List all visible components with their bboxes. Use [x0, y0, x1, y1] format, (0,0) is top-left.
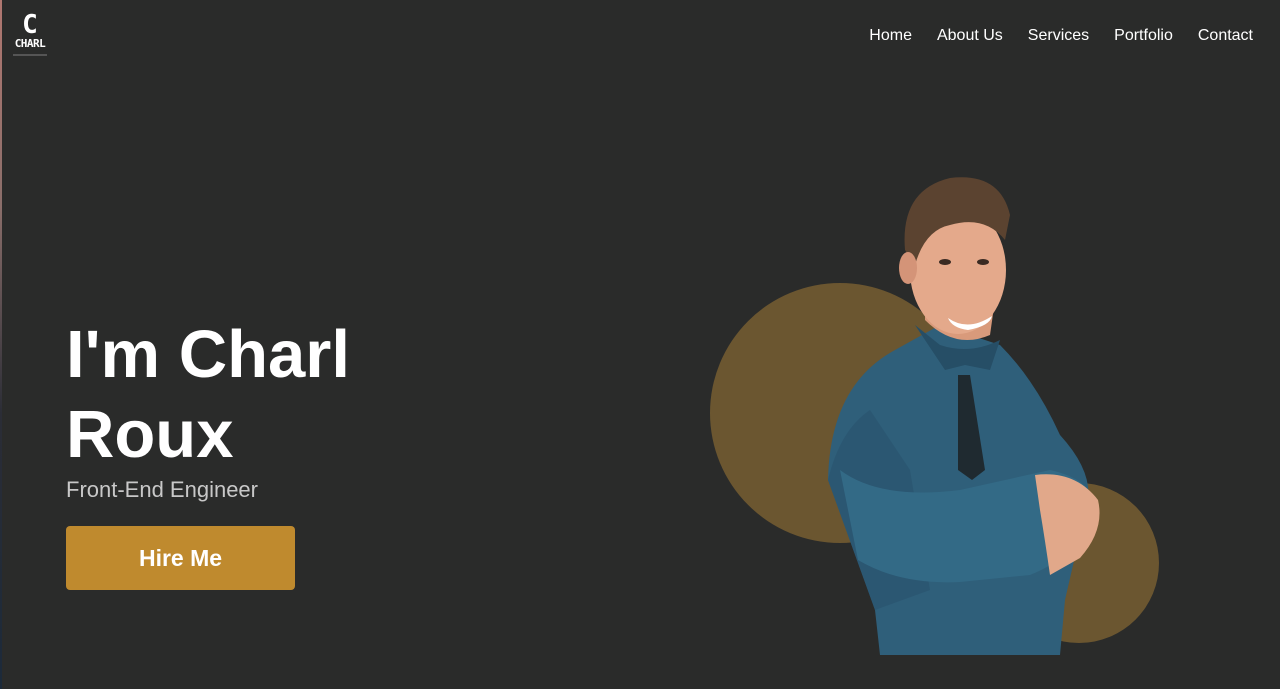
site-logo[interactable]: C CHARL	[10, 12, 50, 64]
logo-wordmark: CHARL	[14, 37, 46, 50]
nav-portfolio[interactable]: Portfolio	[1114, 26, 1173, 46]
window-edge	[0, 0, 2, 689]
main-nav: Home About Us Services Portfolio Contact	[844, 26, 1253, 46]
nav-contact[interactable]: Contact	[1198, 26, 1253, 46]
logo-tagline-mark	[13, 54, 47, 56]
hire-me-button[interactable]: Hire Me	[66, 526, 295, 590]
hero-title: I'm Charl Roux	[66, 315, 486, 475]
hero-subtitle: Front-End Engineer	[66, 477, 258, 502]
nav-home[interactable]: Home	[869, 26, 912, 46]
logo-glyph: C	[22, 10, 38, 40]
hero-portrait	[710, 177, 1159, 655]
nav-services[interactable]: Services	[1028, 26, 1089, 46]
hero-title-line-1: I'm Charl	[66, 317, 350, 392]
hero-title-line-2: Roux	[66, 397, 234, 472]
portrait-ear	[899, 252, 917, 284]
portrait-eye-left	[939, 259, 951, 265]
portrait-eye-right	[977, 259, 989, 265]
nav-about-us[interactable]: About Us	[937, 26, 1003, 46]
